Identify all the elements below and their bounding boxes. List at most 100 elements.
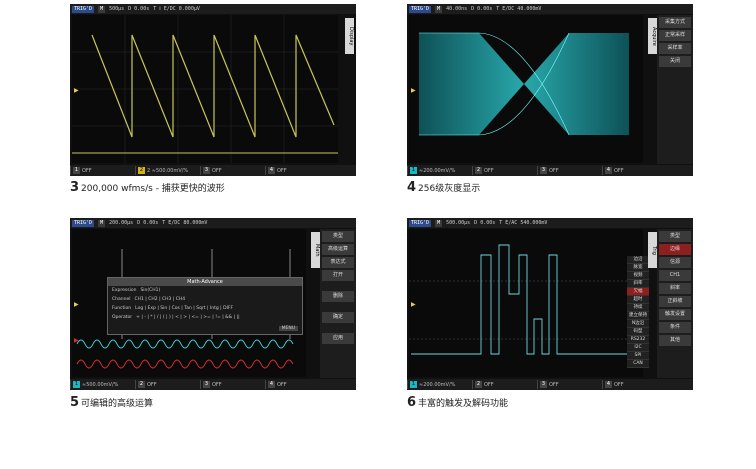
oscilloscope-screen-waveform-capture: TRIG'D M 500μs D 0.00s T Ⅰ E/DC 0.000μV … <box>70 4 356 176</box>
trigger-option[interactable]: 码型 <box>627 328 649 336</box>
channel-bar: 1 ≈200.00mV/% 2 OFF 3 OFF 4 OFF <box>407 165 693 176</box>
menu-trigger-settings[interactable]: 触发设置 <box>659 309 691 320</box>
trigger-option[interactable]: RS232 <box>627 336 649 344</box>
trigger-option[interactable]: SPI <box>627 352 649 360</box>
trigger-marker: ▶ <box>411 301 416 308</box>
display-menu-tab[interactable]: Display <box>345 18 354 54</box>
menu-expression-value[interactable]: 打开 <box>322 270 354 281</box>
channel-options[interactable]: CH1 | CH2 | CH3 | CH4 <box>134 297 185 302</box>
trigger-status-badge: TRIG'D <box>409 219 432 227</box>
status-bar: TRIG'D M 500μs D 0.00s T Ⅰ E/DC 0.000μV <box>70 4 356 14</box>
menu-slope[interactable]: 斜率 <box>659 283 691 294</box>
menu-acquire-mode[interactable]: 采集方式 <box>659 17 691 28</box>
trigger-option[interactable]: CAN <box>627 360 649 368</box>
status-bar: TRIG'D M 40.00ns D 0.00s T E/DC 40.000mV <box>407 4 693 14</box>
channel-1[interactable]: 1 ≈200.00mV/% <box>407 380 472 389</box>
channel-3[interactable]: 3 OFF <box>200 380 265 389</box>
timebase-readout: 40.00ns <box>446 6 468 12</box>
grayscale-waveform <box>419 32 629 136</box>
channel-4[interactable]: 4 OFF <box>602 166 667 175</box>
channel-3[interactable]: 3 OFF <box>537 166 602 175</box>
delete-button[interactable]: 删除 <box>322 291 354 302</box>
channel-bar: 1 ≈200.00mV/% 2 OFF 3 OFF 4 OFF <box>407 379 693 390</box>
channel-4[interactable]: 4 OFF <box>265 380 330 389</box>
waveform-area: ▶ 边沿 脉宽 视频 斜率 欠幅 超时 持续 建立保持 N边沿 码型 RS232… <box>409 229 649 377</box>
channel-2[interactable]: 22 ≈500.00mV/% <box>135 166 200 175</box>
menu-type[interactable]: 类型 <box>659 231 691 242</box>
trigger-option-selected[interactable]: 欠幅 <box>627 288 649 296</box>
channel-2[interactable]: 2 OFF <box>472 166 537 175</box>
menu-condition[interactable]: 条件 <box>659 322 691 333</box>
expression-label: Expression <box>112 288 137 293</box>
waveform-area: ▶ <box>72 15 338 163</box>
trigger-option[interactable]: 建立保持 <box>627 312 649 320</box>
mode-badge: M <box>98 5 106 13</box>
channel-3[interactable]: 3 OFF <box>200 166 265 175</box>
channel-1[interactable]: 1 ≈500.00mV/% <box>70 380 135 389</box>
delay-readout: D 0.00s <box>471 6 493 12</box>
menu-slope-value[interactable]: 正斜坡 <box>659 296 691 307</box>
oscilloscope-screen-grayscale: TRIG'D M 40.00ns D 0.00s T E/DC 40.000mV… <box>407 4 693 176</box>
trigger-level-readout: T E/DC 40.000mV <box>496 6 542 12</box>
acquire-menu: 采集方式 正常采样 采样率 关闭 <box>657 15 693 164</box>
status-bar: TRIG'D M 200.00μs D 0.00s T E/DC 80.000m… <box>70 218 356 228</box>
mode-badge: M <box>435 5 443 13</box>
caption-4: 4 256级灰度显示 <box>407 180 481 195</box>
channel-1[interactable]: 1 OFF <box>70 166 135 175</box>
channel-3[interactable]: 3 OFF <box>537 380 602 389</box>
channel-2[interactable]: 2 OFF <box>472 380 537 389</box>
acquire-menu-tab[interactable]: Acquire <box>648 18 657 54</box>
trigger-option[interactable]: 脉宽 <box>627 264 649 272</box>
menu-source[interactable]: 信源 <box>659 257 691 268</box>
trigger-option[interactable]: 视频 <box>627 272 649 280</box>
menu-expression[interactable]: 表达式 <box>322 257 354 268</box>
status-bar: TRIG'D M 500.00μs D 0.00s T E/AC 540.000… <box>407 218 693 228</box>
math-advance-dialog[interactable]: Math-Advance Expression Sin(CH1) Channel C… <box>107 277 303 335</box>
confirm-button[interactable]: 确定 <box>322 312 354 323</box>
trigger-option[interactable]: 超时 <box>627 296 649 304</box>
operator-label: Operator <box>112 315 133 320</box>
trigger-type-list[interactable]: 边沿 脉宽 视频 斜率 欠幅 超时 持续 建立保持 N边沿 码型 RS232 I… <box>627 256 649 368</box>
menu-type[interactable]: 类型 <box>322 231 354 242</box>
menu-button[interactable]: MENU <box>278 326 298 331</box>
channel-label: Channel <box>112 297 131 302</box>
menu-type-value[interactable]: 边缘 <box>659 244 691 255</box>
mode-badge: M <box>435 219 443 227</box>
function-options[interactable]: Log | Exp | Sin | Cos | Tan | Sqrt | Int… <box>135 306 233 311</box>
delay-readout: D 0.00s <box>474 220 496 226</box>
expression-field[interactable]: Sin(CH1) <box>140 288 160 293</box>
channel-1[interactable]: 1 ≈200.00mV/% <box>407 166 472 175</box>
sawtooth-waveform <box>72 15 338 163</box>
caption-3: 3 200,000 wfms/s - 捕获更快的波形 <box>70 180 225 195</box>
dialog-title: Math-Advance <box>108 278 302 286</box>
operator-options[interactable]: + | - | * | / | ( | ) | < | > | <= | >= … <box>136 315 239 320</box>
channel-2[interactable]: 2 OFF <box>135 380 200 389</box>
timebase-readout: 500.00μs <box>446 220 471 226</box>
menu-sample-rate[interactable]: 采样率 <box>659 43 691 54</box>
trigger-option[interactable]: 斜率 <box>627 280 649 288</box>
math-menu: 类型 高级运算 表达式 打开 删除 确定 应用 <box>320 229 356 378</box>
timebase-readout: 500μs <box>109 6 125 12</box>
menu-source-value[interactable]: CH1 <box>659 270 691 281</box>
trigger-option[interactable]: 持续 <box>627 304 649 312</box>
menu-sample-rate-value[interactable]: 关闭 <box>659 56 691 67</box>
menu-type-value[interactable]: 高级运算 <box>322 244 354 255</box>
oscilloscope-screen-trigger: TRIG'D M 500.00μs D 0.00s T E/AC 540.000… <box>407 218 693 390</box>
trigger-marker: ▶ <box>74 301 79 308</box>
caption-6: 6 丰富的触发及解码功能 <box>407 395 509 410</box>
menu-acquire-mode-value[interactable]: 正常采样 <box>659 30 691 41</box>
channel-4[interactable]: 4 OFF <box>265 166 330 175</box>
trigger-option[interactable]: N边沿 <box>627 320 649 328</box>
trigger-option[interactable]: 边沿 <box>627 256 649 264</box>
trigger-marker: ▶ <box>411 87 416 94</box>
caption-5: 5 可编辑的高级运算 <box>70 395 154 410</box>
trigger-option[interactable]: I2C <box>627 344 649 352</box>
trigger-menu-tab[interactable]: Trig <box>648 232 657 268</box>
math-menu-tab[interactable]: Math <box>311 232 320 268</box>
function-label: Function <box>112 306 132 311</box>
apply-button[interactable]: 应用 <box>322 333 354 344</box>
oscilloscope-screen-math: TRIG'D M 200.00μs D 0.00s T E/DC 80.000m… <box>70 218 356 390</box>
channel-4[interactable]: 4 OFF <box>602 380 667 389</box>
menu-other[interactable]: 其他 <box>659 335 691 346</box>
trigger-menu: 类型 边缘 信源 CH1 斜率 正斜坡 触发设置 条件 其他 <box>657 229 693 378</box>
